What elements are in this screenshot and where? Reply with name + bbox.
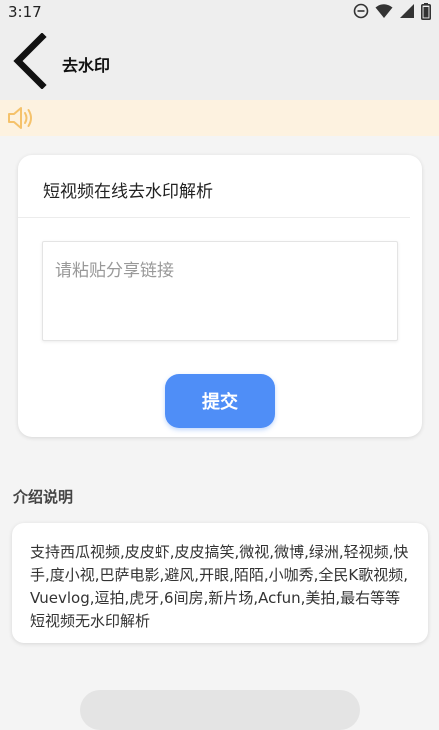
intro-card: 支持西瓜视频,皮皮虾,皮皮搞笑,微视,微博,绿洲,轻视频,快手,度小视,巴萨电影… [12,523,428,643]
card-divider [18,217,410,218]
link-input-box [42,241,398,341]
chevron-left-icon [12,32,48,93]
battery-icon [421,2,431,24]
speaker-icon [6,105,36,131]
status-icons [353,2,431,24]
back-button[interactable] [8,32,52,93]
do-not-disturb-icon [353,3,369,23]
wifi-icon [375,3,393,23]
notice-bar [0,100,439,136]
app-bar: 去水印 [0,26,439,100]
status-time: 3:17 [8,3,42,21]
intro-heading: 介绍说明 [13,488,74,506]
share-link-input[interactable] [43,242,397,340]
card-title: 短视频在线去水印解析 [43,182,213,202]
status-bar: 3:17 [0,0,439,26]
page-title: 去水印 [62,56,111,75]
signal-icon [399,3,415,23]
parse-card: 短视频在线去水印解析 提交 [18,155,422,437]
submit-button[interactable]: 提交 [165,374,275,428]
bottom-bar [80,690,360,730]
intro-text: 支持西瓜视频,皮皮虾,皮皮搞笑,微视,微博,绿洲,轻视频,快手,度小视,巴萨电影… [30,543,409,630]
